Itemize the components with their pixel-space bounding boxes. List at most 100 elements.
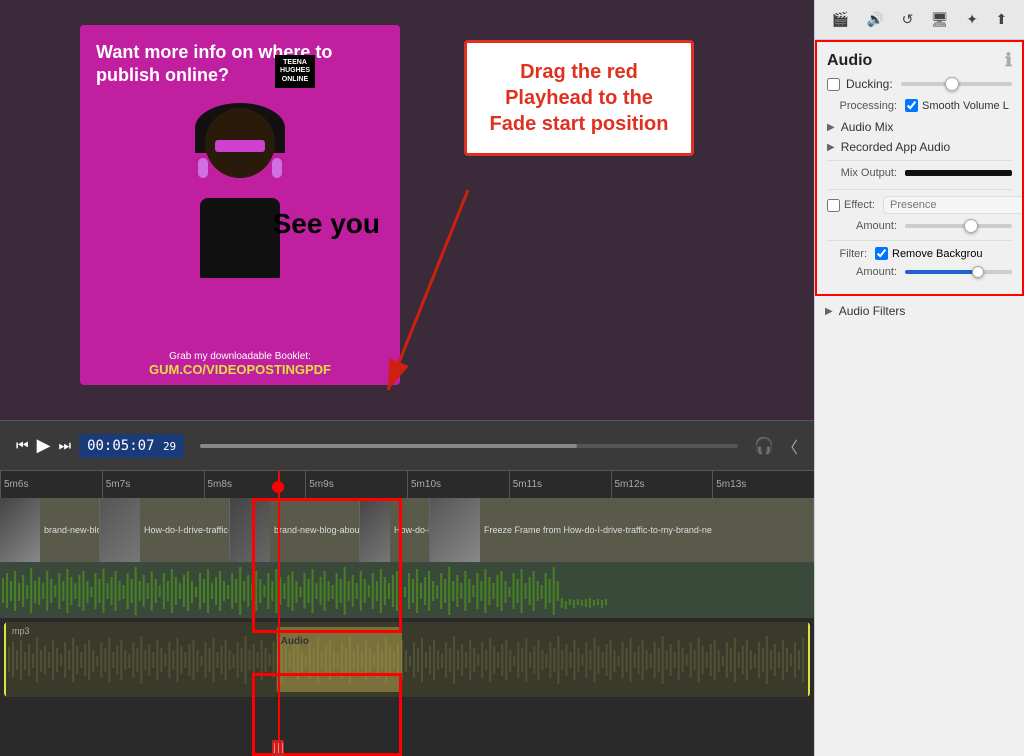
ruler-mark-1: 5m7s (102, 471, 204, 498)
right-panel: 🎬 🔊 ↺ 🖥 ✦ ⬆ Audio ℹ Ducking: (814, 0, 1024, 756)
ruler-mark-6: 5m12s (611, 471, 713, 498)
smooth-volume-label: Smooth Volume L (922, 100, 1009, 112)
amount-row-1: Amount: (827, 220, 1012, 232)
audio-track-main (0, 563, 814, 618)
timeline-ruler: 5m6s 5m7s 5m8s 5m9s 5m10s 5m11s 5m12s 5m… (0, 470, 814, 498)
volume-slider[interactable] (200, 444, 738, 448)
cursor-icon[interactable]: ✦ (962, 7, 982, 32)
grab-text: Grab my downloadable Booklet: (96, 351, 384, 362)
video-clip-3[interactable]: How-do-I-dr (360, 498, 430, 562)
timeline-area[interactable]: brand-new-blog-about-coffee-25oct2 How-d… (0, 498, 814, 756)
rotate-icon[interactable]: ↺ (898, 7, 918, 32)
svg-text:Audio: Audio (281, 636, 309, 647)
audio-section-title: Audio ℹ (827, 50, 1012, 71)
ruler-mark-2: 5m8s (204, 471, 306, 498)
filter-row: Filter: Remove Backgrou (827, 247, 1012, 260)
effect-input[interactable] (883, 196, 1022, 214)
fast-forward-button[interactable]: ⏭ (58, 437, 71, 454)
share-icon[interactable]: ⬆ (991, 7, 1011, 32)
film-icon[interactable]: 🎬 (828, 7, 853, 32)
mp3-audio-track: mp3 (4, 622, 810, 697)
monitor-icon[interactable]: 🖥 (927, 7, 953, 32)
video-preview-card: Want more info on where to publish onlin… (80, 25, 400, 385)
clip-text-3: How-do-I-dr (390, 523, 429, 537)
ruler-mark-7: 5m13s (712, 471, 814, 498)
clip-thumb-0 (0, 498, 40, 562)
audio-filters-row[interactable]: ▶ Audio Filters (825, 304, 1014, 318)
right-panel-toolbar: 🎬 🔊 ↺ 🖥 ✦ ⬆ (815, 0, 1024, 40)
ruler-mark-5: 5m11s (509, 471, 611, 498)
audio-filters-section: ▶ Audio Filters (815, 296, 1024, 332)
clip-text-2: brand-new-blog-about-coffee (270, 523, 359, 537)
stripe-2 (278, 743, 279, 753)
avatar-earring-left (198, 158, 208, 178)
question-text: Want more info on where to publish onlin… (96, 41, 384, 88)
playhead-bottom-indicator (272, 740, 284, 756)
mp3-waveform-svg: Audio (6, 622, 808, 697)
audio-mix-label: Audio Mix (841, 120, 894, 134)
app-container: Want more info on where to publish onlin… (0, 0, 1024, 756)
ruler-mark-0: 5m6s (0, 471, 102, 498)
processing-row: Processing: Smooth Volume L (827, 99, 1012, 112)
amount-slider-1[interactable] (905, 224, 1012, 228)
volume-fill (200, 444, 577, 448)
ducking-label: Ducking: (846, 77, 893, 91)
clip-thumb-3 (360, 498, 390, 562)
amount-label-1: Amount: (827, 220, 897, 232)
avatar-body (200, 198, 280, 278)
ducking-slider[interactable] (901, 82, 1012, 86)
mp3-label: mp3 (6, 624, 36, 638)
ruler-mark-4: 5m10s (407, 471, 509, 498)
avatar-area: See you (80, 88, 400, 288)
waveform-svg (0, 563, 814, 617)
video-clip-1[interactable]: How-do-I-drive-traffic-to-my- (100, 498, 230, 562)
amount-row-2: Amount: (827, 266, 1012, 278)
effect-checkbox[interactable] (827, 199, 840, 212)
divider-3 (827, 240, 1012, 241)
clip-text-4: Freeze Frame from How-do-I-drive-traffic… (480, 523, 716, 537)
audio-mix-arrow: ▶ (827, 122, 835, 133)
ruler-marks: 5m6s 5m7s 5m8s 5m9s 5m10s 5m11s 5m12s 5m… (0, 471, 814, 498)
mix-output-label: Mix Output: (827, 167, 897, 179)
divider-2 (827, 189, 1012, 190)
collapse-button[interactable]: 〈 (782, 434, 798, 458)
ducking-slider-thumb (945, 77, 959, 91)
rewind-button[interactable]: ⏮ (16, 437, 29, 454)
logo-badge: TEENA HUGHES ONLINE (275, 55, 315, 88)
playhead-head (272, 481, 284, 493)
video-clip-4[interactable]: Freeze Frame from How-do-I-drive-traffic… (430, 498, 814, 562)
timecode-display: 00:05:07 29 (79, 434, 184, 458)
filter-checkbox[interactable] (875, 247, 888, 260)
smooth-volume-checkbox[interactable] (905, 99, 918, 112)
recorded-app-audio-row[interactable]: ▶ Recorded App Audio (827, 140, 1012, 154)
ducking-row: Ducking: (827, 77, 1012, 91)
amount-slider-thumb-2 (972, 266, 984, 278)
transport-bar: ⏮ ▶ ⏭ 00:05:07 29 🎧 〈 (0, 420, 814, 470)
clip-thumb-1 (100, 498, 140, 562)
filter-checkbox-label: Remove Backgrou (892, 248, 983, 260)
stripe-1 (274, 743, 275, 753)
headphone-icon: 🎧 (754, 436, 774, 456)
annotation-arrow (368, 180, 498, 410)
audio-mix-row[interactable]: ▶ Audio Mix (827, 120, 1012, 134)
panel-info-icon[interactable]: ℹ (1005, 50, 1012, 71)
video-card-bottom: Grab my downloadable Booklet: GUM.CO/VID… (80, 343, 400, 385)
video-clip-0[interactable]: brand-new-blog-about-coffee-25oct2 (0, 498, 100, 562)
ruler-mark-3: 5m9s (305, 471, 407, 498)
filter-label: Filter: (827, 248, 867, 260)
mix-output-row: Mix Output: (827, 167, 1012, 179)
clip-text-0: brand-new-blog-about-coffee-25oct2 (40, 523, 99, 537)
audio-filters-arrow: ▶ (825, 306, 833, 317)
video-track: brand-new-blog-about-coffee-25oct2 How-d… (0, 498, 814, 563)
video-clip-2[interactable]: brand-new-blog-about-coffee (230, 498, 360, 562)
clip-thumb-2 (230, 498, 270, 562)
processing-label: Processing: (827, 100, 897, 112)
ducking-checkbox[interactable] (827, 78, 840, 91)
speaker-icon[interactable]: 🔊 (863, 7, 888, 32)
video-clips: brand-new-blog-about-coffee-25oct2 How-d… (0, 498, 814, 562)
amount-slider-2[interactable] (905, 270, 1012, 274)
play-button[interactable]: ▶ (37, 435, 51, 456)
effect-label: Effect: (844, 199, 875, 211)
avatar-glasses (215, 140, 265, 152)
amount-label-2: Amount: (827, 266, 897, 278)
